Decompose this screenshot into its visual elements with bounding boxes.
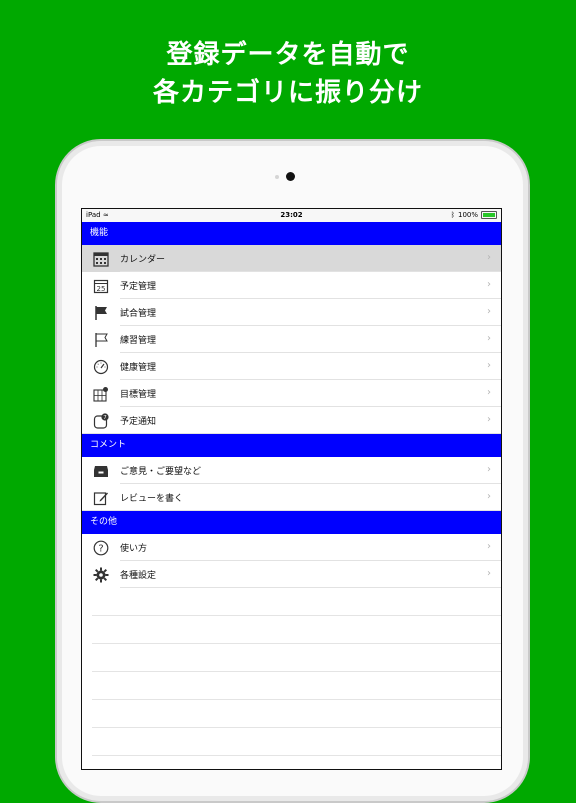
- menu-item-health[interactable]: 健康管理 ›: [82, 353, 501, 380]
- menu-item-label: 目標管理: [120, 390, 157, 400]
- headline-line1: 登録データを自動で: [166, 40, 410, 70]
- menu-item-label: 健康管理: [120, 363, 157, 373]
- menu-item-write-review[interactable]: レビューを書く ›: [82, 484, 501, 511]
- menu-item-goals[interactable]: 目標管理 ›: [82, 380, 501, 407]
- ipad-sensor: [275, 175, 279, 179]
- status-time: 23:02: [280, 211, 303, 219]
- status-right: ᛒ 100%: [451, 211, 497, 219]
- menu-item-notifications[interactable]: 7 予定通知 ›: [82, 407, 501, 434]
- menu-item-how-to-use[interactable]: ? 使い方 ›: [82, 534, 501, 561]
- map-pin-icon: [92, 385, 110, 403]
- bluetooth-icon: ᛒ: [450, 211, 455, 219]
- menu-item-label: 各種設定: [120, 571, 157, 581]
- menu-item-settings[interactable]: 各種設定 ›: [82, 561, 501, 588]
- empty-row: [92, 700, 501, 728]
- calendar-day-number: 25: [97, 285, 106, 293]
- menu-item-label: 予定管理: [120, 282, 157, 292]
- chevron-right-icon: ›: [487, 360, 491, 371]
- menu-item-label: 練習管理: [120, 336, 157, 346]
- chevron-right-icon: ›: [487, 464, 491, 475]
- menu-item-matches[interactable]: 試合管理 ›: [82, 299, 501, 326]
- menu-item-schedule[interactable]: 25 予定管理 ›: [82, 272, 501, 299]
- flag-filled-icon: [92, 304, 110, 322]
- chevron-right-icon: ›: [487, 306, 491, 317]
- notification-badge-count: 7: [103, 415, 107, 421]
- chevron-right-icon: ›: [487, 333, 491, 344]
- section-header-other: その他: [82, 511, 501, 534]
- chevron-right-icon: ›: [487, 252, 491, 263]
- chevron-right-icon: ›: [487, 414, 491, 425]
- menu-item-label: 予定通知: [120, 417, 157, 427]
- ipad-camera: [286, 172, 295, 181]
- empty-row: [92, 728, 501, 756]
- menu-item-calendar[interactable]: カレンダー ›: [82, 245, 501, 272]
- inbox-icon: [92, 462, 110, 480]
- gauge-icon: [92, 358, 110, 376]
- empty-row: [92, 616, 501, 644]
- section-header-comments: コメント: [82, 434, 501, 457]
- section-header-features: 機能: [82, 222, 501, 245]
- calendar-date-icon: 25: [92, 277, 110, 295]
- battery-percent: 100%: [457, 211, 478, 219]
- empty-row: [92, 672, 501, 700]
- flag-outline-icon: [92, 331, 110, 349]
- menu-item-label: 試合管理: [120, 309, 157, 319]
- chevron-right-icon: ›: [487, 568, 491, 579]
- status-bar: iPad ≈ 23:02 ᛒ 100%: [82, 209, 501, 222]
- menu-item-practice[interactable]: 練習管理 ›: [82, 326, 501, 353]
- menu-item-label: レビューを書く: [120, 494, 184, 504]
- help-icon: ?: [92, 539, 110, 557]
- chevron-right-icon: ›: [487, 491, 491, 502]
- help-glyph: ?: [98, 543, 103, 554]
- headline-line2: 各カテゴリに振り分け: [152, 78, 423, 108]
- chevron-right-icon: ›: [487, 279, 491, 290]
- empty-row: [92, 644, 501, 672]
- notification-badge-icon: 7: [92, 412, 110, 430]
- gear-icon: [92, 566, 110, 584]
- menu-item-label: 使い方: [120, 544, 148, 554]
- compose-icon: [92, 489, 110, 507]
- chevron-right-icon: ›: [487, 541, 491, 552]
- app-screen: iPad ≈ 23:02 ᛒ 100% 機能 カレンダー › 25 予定管理 ›…: [81, 208, 502, 770]
- battery-icon: [481, 211, 497, 219]
- menu-item-label: ご意見・ご要望など: [120, 467, 202, 477]
- menu-item-label: カレンダー: [120, 255, 166, 265]
- calendar-grid-icon: [92, 250, 110, 268]
- chevron-right-icon: ›: [487, 387, 491, 398]
- menu-item-feedback[interactable]: ご意見・ご要望など ›: [82, 457, 501, 484]
- empty-row: [92, 588, 501, 616]
